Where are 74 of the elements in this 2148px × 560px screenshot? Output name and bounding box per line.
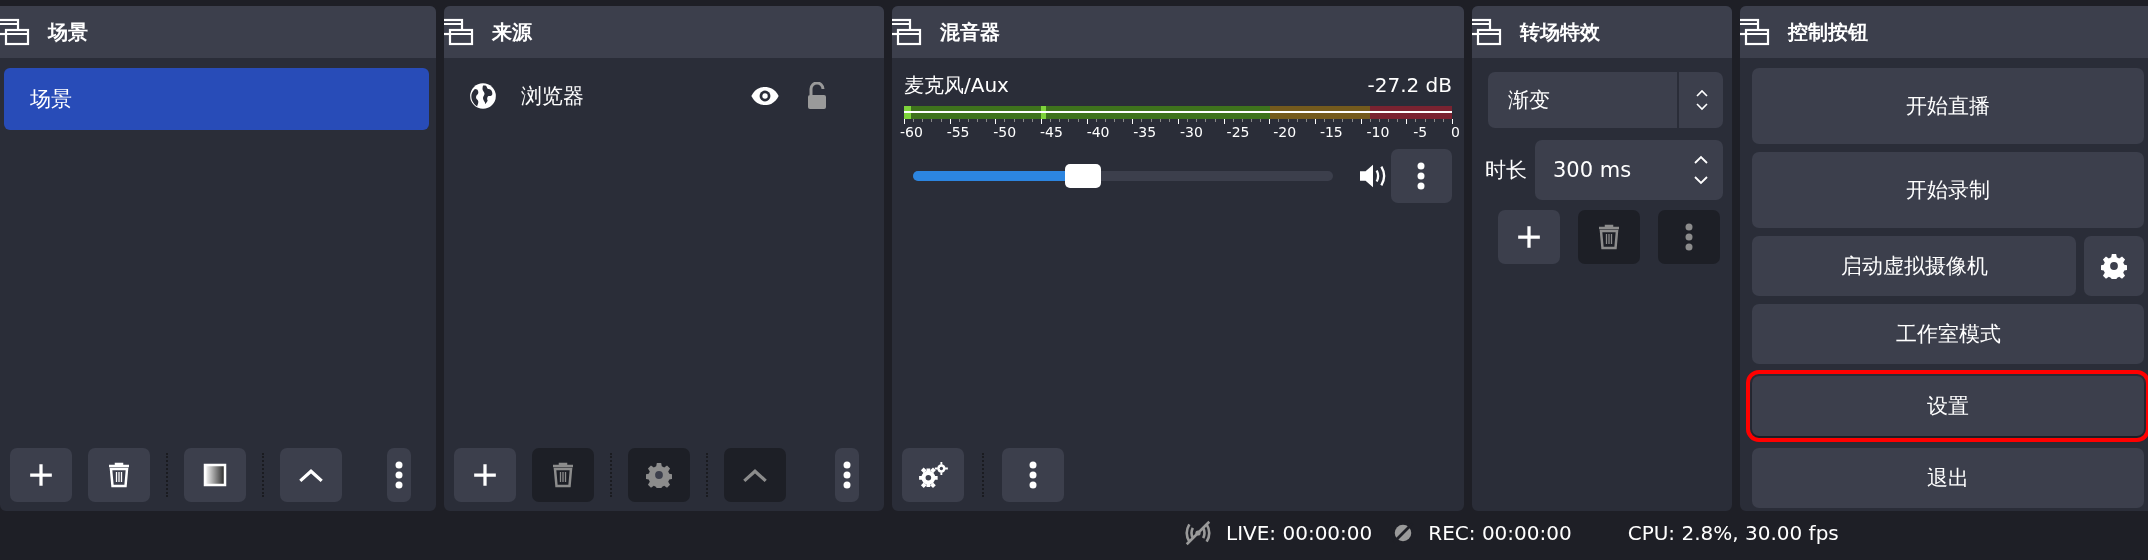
speaker-icon[interactable] bbox=[1358, 163, 1387, 189]
add-button[interactable] bbox=[454, 448, 516, 502]
dock-icon[interactable] bbox=[0, 18, 30, 46]
scale-label: -15 bbox=[1319, 124, 1343, 140]
dock-title: 转场特效 bbox=[1520, 18, 1600, 46]
control-button[interactable]: 开始录制 bbox=[1752, 152, 2144, 228]
dock-icon[interactable] bbox=[1740, 18, 1770, 46]
rec-status: REC: 00:00:00 bbox=[1428, 520, 1572, 545]
scale-label: -45 bbox=[1039, 124, 1063, 140]
dock-icon[interactable] bbox=[1472, 18, 1502, 46]
remove-button[interactable] bbox=[88, 448, 150, 502]
add-button[interactable] bbox=[10, 448, 72, 502]
trash-icon bbox=[551, 462, 575, 488]
scale-label: -50 bbox=[993, 124, 1017, 140]
scale-label: -25 bbox=[1226, 124, 1250, 140]
control-button[interactable]: 启动虚拟摄像机 bbox=[1752, 236, 2076, 296]
plus-icon bbox=[1516, 224, 1542, 250]
control-button[interactable]: 工作室模式 bbox=[1752, 304, 2144, 364]
dock-title: 混音器 bbox=[940, 18, 1000, 46]
settings-icon bbox=[646, 462, 672, 488]
advanced-audio-button[interactable] bbox=[902, 448, 964, 502]
channel-name: 麦克风/Aux bbox=[904, 71, 1009, 99]
add-button[interactable] bbox=[1498, 210, 1560, 264]
menu-icon bbox=[843, 461, 851, 489]
duration-spinbox[interactable]: 300 ms bbox=[1535, 140, 1723, 200]
unlock-icon[interactable] bbox=[807, 82, 827, 110]
live-status: LIVE: 00:00:00 bbox=[1226, 520, 1373, 545]
filter-icon bbox=[203, 463, 227, 487]
menu-icon bbox=[1685, 223, 1693, 251]
dock-title: 来源 bbox=[492, 18, 532, 46]
menu-icon bbox=[1417, 162, 1426, 190]
scale-label: -20 bbox=[1273, 124, 1297, 140]
scale-label: -60 bbox=[900, 124, 923, 140]
menu-button[interactable] bbox=[1002, 448, 1064, 502]
caret-up-icon bbox=[298, 467, 324, 483]
scale-label: -30 bbox=[1179, 124, 1203, 140]
settings-icon bbox=[2101, 253, 2127, 279]
source-name: 浏览器 bbox=[521, 83, 585, 110]
dock-icon[interactable] bbox=[444, 18, 474, 46]
chevrons-icon bbox=[1693, 155, 1709, 185]
scale-label: -10 bbox=[1366, 124, 1390, 140]
stream-off-icon bbox=[1183, 519, 1213, 546]
scale-label: -35 bbox=[1133, 124, 1157, 140]
menu-icon bbox=[395, 461, 403, 489]
dock-icon[interactable] bbox=[892, 18, 922, 46]
menu-button[interactable] bbox=[1390, 149, 1452, 203]
trash-icon bbox=[107, 462, 131, 488]
record-off-icon bbox=[1392, 521, 1415, 544]
dock-title: 场景 bbox=[48, 18, 88, 46]
plus-icon bbox=[472, 462, 498, 488]
volume-reading: -27.2 dB bbox=[1367, 73, 1452, 97]
transition-dropdown[interactable]: 渐变 bbox=[1488, 72, 1723, 128]
control-button[interactable]: 退出 bbox=[1752, 448, 2144, 508]
settings-button[interactable] bbox=[2084, 236, 2144, 296]
gears-icon bbox=[918, 462, 948, 488]
control-button[interactable]: 开始直播 bbox=[1752, 68, 2144, 144]
menu-icon bbox=[1029, 461, 1037, 489]
cpu-status: CPU: 2.8%, 30.00 fps bbox=[1627, 520, 1839, 545]
scale-label: 0 bbox=[1450, 124, 1460, 140]
dock-title: 控制按钮 bbox=[1788, 18, 1868, 46]
scale-label: -40 bbox=[1086, 124, 1110, 140]
menu-button[interactable] bbox=[387, 448, 411, 502]
menu-button[interactable] bbox=[835, 448, 859, 502]
move-up-button[interactable] bbox=[280, 448, 342, 502]
duration-label: 时长 bbox=[1485, 157, 1527, 184]
eye-icon[interactable] bbox=[750, 86, 780, 106]
caret-up-icon bbox=[742, 467, 768, 483]
scale-label: -5 bbox=[1413, 124, 1428, 140]
globe-icon bbox=[469, 82, 497, 110]
filters-button[interactable] bbox=[184, 448, 246, 502]
plus-icon bbox=[28, 462, 54, 488]
trash-icon bbox=[1597, 224, 1621, 250]
scene-item[interactable]: 场景 bbox=[4, 68, 429, 130]
scale-label: -55 bbox=[946, 124, 970, 140]
